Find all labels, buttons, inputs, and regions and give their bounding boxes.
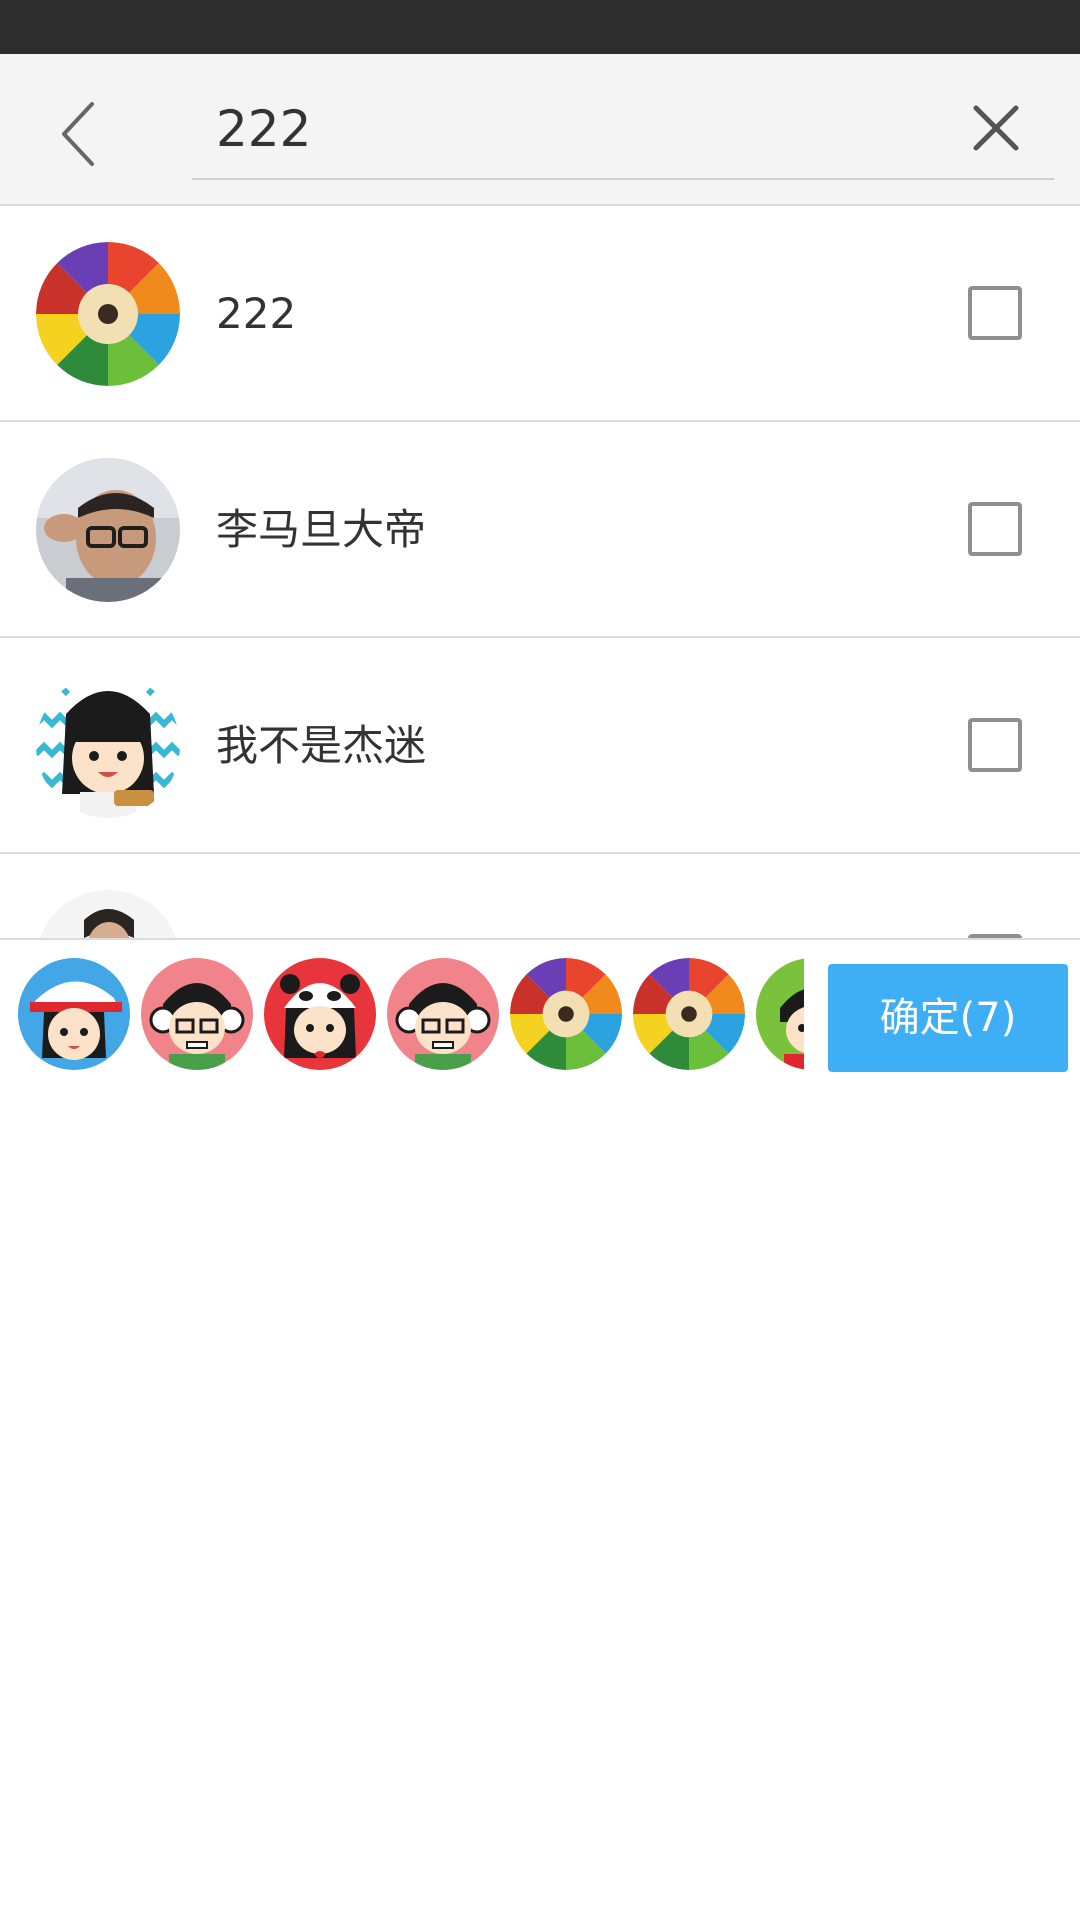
cartoon-girl-panda-hat-avatar-image [264,958,376,1070]
chevron-left-icon [62,102,94,166]
select-checkbox[interactable] [968,286,1022,340]
back-button[interactable] [48,94,112,174]
selected-avatars-strip[interactable] [0,940,804,1082]
color-pencils-avatar-image [633,958,745,1070]
cartoon-boy-headphones-avatar-image [387,958,499,1070]
close-icon [973,105,1019,151]
clear-search-button[interactable] [966,98,1026,158]
cartoon-girl-cap-avatar-image [18,958,130,1070]
select-checkbox[interactable] [968,718,1022,772]
list-item[interactable] [0,854,1080,938]
cartoon-boy-headphones-avatar-image [141,958,253,1070]
selected-avatar[interactable] [756,958,804,1070]
list-item[interactable]: 我不是杰迷 [0,638,1080,854]
search-field [192,80,1054,180]
selected-avatar[interactable] [264,958,376,1070]
status-bar [0,0,1080,54]
selected-avatar[interactable] [510,958,622,1070]
search-result-list: 222 李马旦大帝 我不是杰迷 [0,206,1080,938]
selected-avatar[interactable] [141,958,253,1070]
selected-members-bar: 确定(7) [0,938,1080,1082]
selected-avatar[interactable] [18,958,130,1070]
color-pencils-avatar-image [510,958,622,1070]
select-checkbox[interactable] [968,502,1022,556]
cartoon-girl-guitar-avatar-image [36,674,180,818]
contact-name: 我不是杰迷 [216,721,427,770]
contact-name: 李马旦大帝 [216,505,427,554]
contact-name: 222 [216,289,297,338]
avatar [36,242,180,386]
selected-avatar[interactable] [633,958,745,1070]
list-item[interactable]: 李马旦大帝 [0,422,1080,638]
search-input[interactable] [216,94,916,164]
color-pencils-avatar-image [36,242,180,386]
cartoon-boy-green-avatar-image [756,958,804,1070]
avatar [36,674,180,818]
confirm-button[interactable]: 确定(7) [828,964,1068,1072]
search-header [0,54,1080,206]
man-portrait-photo-avatar-image [36,890,180,938]
avatar [36,458,180,602]
avatar [36,890,180,938]
man-glasses-photo-avatar-image [36,458,180,602]
list-item[interactable]: 222 [0,206,1080,422]
selected-avatar[interactable] [387,958,499,1070]
